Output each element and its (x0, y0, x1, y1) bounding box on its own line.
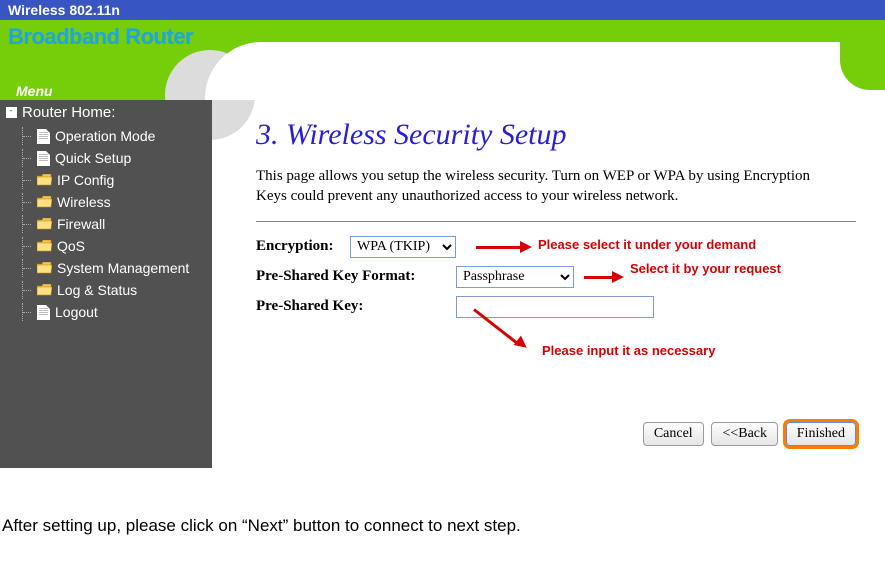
sidebar-item[interactable]: Quick Setup (0, 147, 212, 169)
sidebar: - Router Home: Operation Mode Quick Setup… (0, 100, 212, 468)
tree-connector-icon (22, 215, 35, 233)
sidebar-home[interactable]: - Router Home: (0, 100, 212, 125)
folder-icon (37, 284, 52, 296)
divider (256, 221, 856, 222)
sidebar-item-label: Firewall (57, 216, 105, 232)
brand-logo: Broadband Router (8, 24, 193, 50)
encryption-select[interactable]: WPA (TKIP) (350, 236, 456, 258)
folder-icon (37, 218, 52, 230)
tree-connector-icon (22, 193, 35, 211)
sidebar-item[interactable]: System Management (0, 257, 212, 279)
sidebar-item-label: IP Config (57, 172, 114, 188)
finished-button[interactable]: Finished (786, 422, 856, 446)
page-title: 3. Wireless Security Setup (256, 118, 869, 152)
sidebar-item-label: Operation Mode (55, 128, 155, 144)
page-icon (37, 129, 50, 144)
sidebar-item-label: QoS (57, 238, 85, 254)
sidebar-item[interactable]: Wireless (0, 191, 212, 213)
annotation-encryption: Please select it under your demand (538, 238, 756, 253)
arrow-head-icon (514, 335, 531, 352)
page-icon (37, 305, 50, 320)
header-banner: Broadband Router (0, 20, 885, 100)
sidebar-item-label: Log & Status (57, 282, 137, 298)
main-content: 3. Wireless Security Setup This page all… (212, 100, 885, 462)
back-button[interactable]: <<Back (711, 422, 778, 446)
tree-connector-icon (22, 281, 35, 299)
sidebar-item[interactable]: Logout (0, 301, 212, 323)
sidebar-home-label: Router Home: (22, 104, 115, 121)
button-row: Cancel <<Back Finished (256, 422, 856, 446)
tree-connector-icon (22, 149, 35, 167)
arrow-head-icon (520, 241, 532, 253)
row-psk-format: Pre-Shared Key Format: Passphrase Select… (256, 266, 869, 288)
arrow-head-icon (612, 271, 624, 283)
page-icon (37, 151, 50, 166)
folder-icon (37, 262, 52, 274)
window-title-bar: Wireless 802.11n (0, 0, 885, 20)
row-psk: Pre-Shared Key: (256, 296, 869, 318)
annotation-psk: Please input it as necessary (542, 344, 715, 359)
tree-connector-icon (22, 303, 35, 321)
tree-connector-icon (22, 237, 35, 255)
sidebar-item-label: Logout (55, 304, 98, 320)
collapse-icon: - (4, 107, 18, 119)
folder-icon (37, 174, 52, 186)
row-encryption: Encryption: WPA (TKIP) Please select it … (256, 236, 869, 258)
arrow-line (584, 276, 614, 279)
psk-format-select[interactable]: Passphrase (456, 266, 574, 288)
footer-note: After setting up, please click on “Next”… (2, 516, 885, 536)
folder-icon (37, 240, 52, 252)
tree-connector-icon (22, 259, 35, 277)
sidebar-item[interactable]: IP Config (0, 169, 212, 191)
window-title: Wireless 802.11n (8, 2, 120, 18)
sidebar-item[interactable]: Log & Status (0, 279, 212, 301)
sidebar-item-label: Wireless (57, 194, 111, 210)
folder-icon (37, 196, 52, 208)
decorative-curve (205, 42, 885, 100)
page-description: This page allows you setup the wireless … (256, 166, 836, 207)
menu-tab: Menu (8, 82, 63, 100)
cancel-button[interactable]: Cancel (643, 422, 704, 446)
sidebar-item[interactable]: Operation Mode (0, 125, 212, 147)
tree-connector-icon (22, 127, 35, 145)
annotation-format: Select it by your request (630, 262, 790, 277)
arrow-line (476, 246, 522, 249)
encryption-label: Encryption: (256, 238, 350, 255)
sidebar-item-label: System Management (57, 260, 189, 276)
sidebar-item-label: Quick Setup (55, 150, 131, 166)
tree-connector-icon (22, 171, 35, 189)
sidebar-item[interactable]: QoS (0, 235, 212, 257)
psk-input[interactable] (456, 296, 654, 318)
sidebar-item[interactable]: Firewall (0, 213, 212, 235)
psk-label: Pre-Shared Key: (256, 298, 456, 315)
psk-format-label: Pre-Shared Key Format: (256, 268, 456, 285)
